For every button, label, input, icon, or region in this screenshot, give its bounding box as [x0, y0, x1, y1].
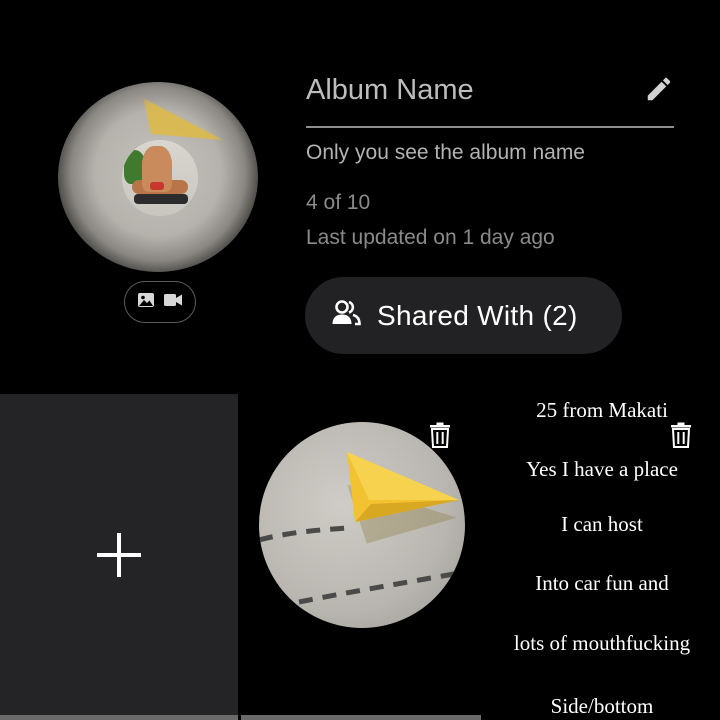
add-media-tile[interactable]	[0, 394, 238, 720]
album-name-input[interactable]: Album Name	[306, 74, 474, 107]
shared-with-label: Shared With (2)	[377, 299, 578, 331]
message-line: Into car fun and	[535, 571, 669, 595]
album-name-hint: Only you see the album name	[306, 141, 585, 164]
pencil-icon[interactable]	[644, 74, 674, 104]
video-icon	[163, 293, 183, 312]
last-updated-value: 1 day ago	[462, 226, 555, 249]
message-line: I can host	[561, 512, 643, 536]
trash-icon[interactable]	[670, 422, 692, 448]
message-line: lots of mouthfucking	[513, 631, 691, 655]
paper-plane-photo	[259, 422, 465, 628]
shared-with-button[interactable]: Shared With (2)	[305, 277, 622, 354]
album-name-field[interactable]: Album Name	[306, 70, 674, 128]
media-count: 4 of 10	[306, 191, 371, 214]
last-updated: Last updated on 1 day ago	[306, 226, 555, 250]
media-tile-photo[interactable]	[241, 394, 481, 714]
next-row-tile[interactable]	[241, 715, 481, 720]
next-row-tile[interactable]	[0, 715, 238, 720]
message-line: 25 from Makati	[536, 398, 668, 422]
media-type-toggle[interactable]	[124, 281, 196, 323]
album-cover[interactable]	[58, 82, 258, 272]
album-cover-avatar	[122, 140, 198, 216]
media-tile-text-image[interactable]: 25 from Makati Yes I have a place I can …	[484, 394, 720, 714]
last-updated-label: Last updated on	[306, 226, 457, 249]
message-line: Side/bottom	[550, 694, 654, 714]
message-line: Yes I have a place	[526, 457, 678, 481]
people-icon	[331, 300, 361, 331]
trash-icon[interactable]	[429, 422, 451, 448]
plus-icon	[96, 532, 142, 583]
image-icon	[137, 292, 155, 313]
